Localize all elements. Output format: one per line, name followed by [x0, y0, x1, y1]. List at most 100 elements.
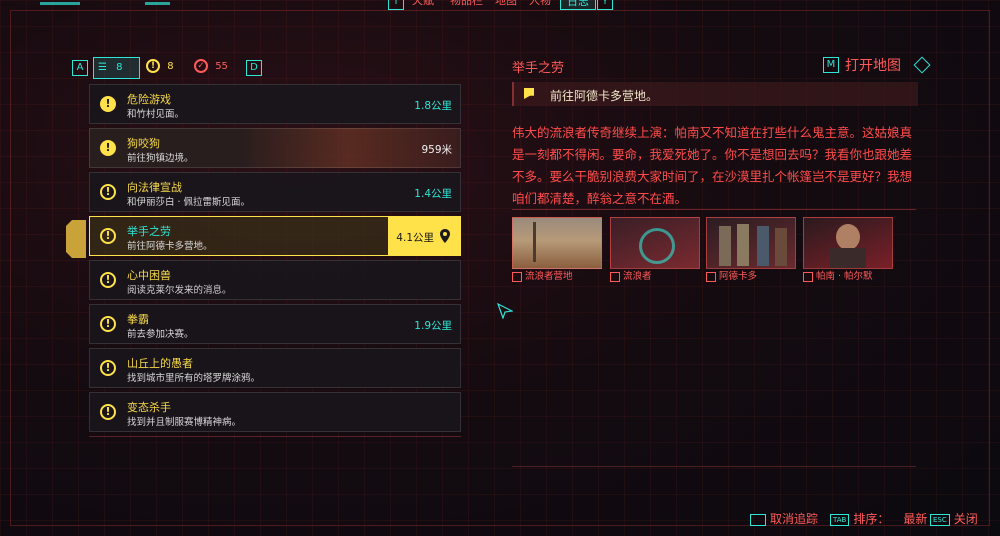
- quest-distance: 1.9公里: [414, 320, 452, 332]
- quest-subtitle: 前去参加决赛。: [127, 329, 194, 340]
- codex-card-camp[interactable]: [512, 217, 602, 269]
- untrack-label: 取消追踪: [770, 512, 819, 526]
- tab-talent[interactable]: 天赋: [406, 0, 440, 8]
- quest-title: 危险游戏: [127, 93, 171, 106]
- quest-item[interactable]: ! 拳霸 前去参加决赛。 1.9公里: [89, 304, 461, 344]
- codex-label: 流浪者: [610, 268, 652, 282]
- quest-subtitle: 阅读克莱尔发来的消息。: [127, 285, 232, 296]
- quest-item-selected[interactable]: ! 举手之劳 前往阿德卡多营地。 4.1公里: [89, 216, 461, 256]
- untrack-hint[interactable]: 取消追踪: [750, 510, 818, 527]
- quest-alert-icon: !: [100, 96, 116, 112]
- list-bottom-line: [89, 436, 461, 437]
- selected-quest-marker: [66, 220, 86, 258]
- quest-title: 变态杀手: [127, 401, 171, 414]
- quest-subtitle: 找到并且制服赛博精神病。: [127, 417, 242, 428]
- objective-text: 前往阿德卡多营地。: [550, 89, 659, 103]
- sort-value: 最新: [903, 512, 928, 526]
- quest-item[interactable]: ! 危险游戏 和竹村见面。 1.8公里: [89, 84, 461, 124]
- codex-label: 阿德卡多: [706, 268, 757, 282]
- tab-map[interactable]: 地图: [489, 0, 523, 8]
- quest-subtitle: 和伊丽莎白 · 佩拉雷斯见面。: [127, 197, 251, 208]
- quest-detail-title: 举手之劳: [512, 61, 565, 76]
- quest-distance: 4.1公里: [396, 232, 434, 244]
- sort-label: 排序：: [853, 512, 890, 526]
- tab-key-icon: TAB: [830, 513, 850, 526]
- map-pin-icon: [440, 229, 450, 243]
- detail-divider: [512, 209, 916, 210]
- quest-description: 伟大的流浪者传奇继续上演：帕南又不知道在打些什么鬼主意。这姑娘真是一刻都不得闲。…: [512, 125, 913, 206]
- filter-active[interactable]: ! 8: [142, 57, 174, 77]
- tab-left-key[interactable]: T: [388, 0, 404, 10]
- quest-alert-icon: !: [100, 140, 116, 156]
- filter-left-key[interactable]: A: [72, 60, 88, 76]
- top-tab-bar: T 天赋 物品栏 地图 人物 日志 Y: [0, 0, 1000, 12]
- filter-active-count: 8: [167, 61, 174, 72]
- quest-distance: 1.8公里: [414, 100, 452, 112]
- filter-right-key[interactable]: D: [246, 60, 262, 76]
- quest-item[interactable]: ! 向法律宣战 和伊丽莎白 · 佩拉雷斯见面。 1.4公里: [89, 172, 461, 212]
- codex-label: 流浪者营地: [512, 268, 573, 282]
- filter-all[interactable]: ☰ 8: [93, 57, 140, 79]
- codex-card-aldecaldos[interactable]: [706, 217, 796, 269]
- sort-hint[interactable]: TAB 排序： 最新: [830, 510, 927, 527]
- quest-subtitle: 前往狗镇边境。: [127, 153, 194, 164]
- quest-distance: 959米: [421, 144, 452, 156]
- figure-shape: [737, 224, 749, 266]
- quest-distance: 1.4公里: [414, 188, 452, 200]
- quest-subtitle: 找到城市里所有的塔罗牌涂鸦。: [127, 373, 261, 384]
- quest-alert-icon: !: [100, 272, 116, 288]
- quest-item[interactable]: ! 狗咬狗 前往狗镇边境。 959米: [89, 128, 461, 168]
- codex-card-panam[interactable]: [803, 217, 893, 269]
- nomad-emblem-icon: [639, 228, 675, 264]
- quest-item[interactable]: ! 变态杀手 找到并且制服赛博精神病。: [89, 392, 461, 432]
- filter-done-count: 55: [215, 61, 228, 72]
- figure-shape: [719, 226, 731, 266]
- quest-title: 心中困兽: [127, 269, 171, 282]
- quest-title: 举手之劳: [127, 225, 171, 238]
- quest-alert-icon: !: [100, 228, 116, 244]
- tab-right-key[interactable]: Y: [597, 0, 613, 10]
- tab-character[interactable]: 人物: [523, 0, 557, 8]
- quest-alert-icon: !: [100, 404, 116, 420]
- tower-shape: [533, 222, 536, 262]
- check-icon: ✓: [194, 59, 208, 73]
- portrait-shape: [836, 224, 860, 250]
- list-icon: ☰: [98, 62, 107, 73]
- top-left-bar: [40, 2, 80, 5]
- quest-alert-icon: !: [100, 360, 116, 376]
- objective-row: 前往阿德卡多营地。: [512, 82, 918, 106]
- esc-key-icon: ESC: [930, 513, 950, 526]
- quest-title: 狗咬狗: [127, 137, 160, 150]
- quest-list: ! 危险游戏 和竹村见面。 1.8公里 ! 狗咬狗 前往狗镇边境。 959米 !…: [89, 84, 461, 436]
- open-map-button[interactable]: 打开地图: [845, 55, 901, 75]
- close-hint[interactable]: ESC 关闭: [930, 510, 978, 527]
- codex-icon: [706, 271, 716, 282]
- top-left-bar-2: [145, 2, 170, 5]
- key-icon: [750, 513, 766, 526]
- mouse-cursor-icon: [497, 303, 513, 319]
- tab-journal[interactable]: 日志: [560, 0, 596, 10]
- quest-alert-icon: !: [100, 184, 116, 200]
- codex-icon: [610, 271, 620, 282]
- filter-done[interactable]: ✓ 55: [190, 57, 228, 77]
- map-key[interactable]: M: [823, 57, 839, 73]
- codex-card-nomads[interactable]: [610, 217, 700, 269]
- figure-shape: [775, 228, 787, 266]
- quest-item[interactable]: ! 山丘上的愚者 找到城市里所有的塔罗牌涂鸦。: [89, 348, 461, 388]
- codex-icon: [512, 271, 522, 282]
- bottom-divider: [512, 466, 916, 467]
- alert-icon: !: [146, 59, 160, 73]
- quest-subtitle: 前往阿德卡多营地。: [127, 241, 213, 252]
- close-label: 关闭: [953, 512, 978, 526]
- figure-shape: [757, 226, 769, 266]
- objective-flag-icon: [524, 88, 534, 99]
- codex-label: 帕南 · 帕尔默: [803, 268, 873, 282]
- quest-item[interactable]: ! 心中困兽 阅读克莱尔发来的消息。: [89, 260, 461, 300]
- filter-all-count: 8: [116, 62, 123, 73]
- codex-icon: [803, 271, 813, 282]
- tab-inventory[interactable]: 物品栏: [444, 0, 489, 8]
- quest-title: 山丘上的愚者: [127, 357, 193, 370]
- quest-alert-icon: !: [100, 316, 116, 332]
- quest-title: 向法律宣战: [127, 181, 182, 194]
- quest-title: 拳霸: [127, 313, 149, 326]
